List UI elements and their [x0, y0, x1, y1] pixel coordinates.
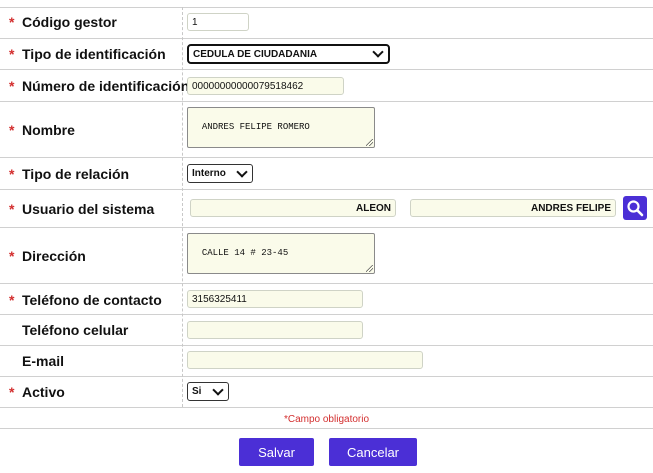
nombre-value: ANDRES FELIPE ROMERO — [201, 122, 310, 132]
required-marker: * — [9, 248, 15, 264]
tipo-relacion-select[interactable]: Interno — [187, 164, 253, 183]
required-marker: * — [9, 166, 15, 182]
activo-value: Si — [192, 386, 202, 397]
required-marker: * — [9, 14, 15, 30]
row-divider — [0, 407, 653, 408]
telefono-celular-input[interactable] — [187, 321, 363, 339]
tipo-identificacion-value: CEDULA DE CIUDADANIA — [193, 48, 318, 60]
required-marker: * — [9, 384, 15, 400]
label-telefono-celular: Teléfono celular — [22, 322, 129, 338]
label-nombre: Nombre — [22, 122, 75, 138]
row-divider — [0, 283, 653, 284]
row-divider — [0, 428, 653, 429]
required-marker: * — [9, 201, 15, 217]
mandatory-note: *Campo obligatorio — [0, 414, 653, 425]
row-divider — [0, 69, 653, 70]
telefono-contacto-input[interactable]: 3156325411 — [187, 290, 363, 308]
column-divider — [182, 7, 183, 407]
codigo-gestor-input[interactable]: 1 — [187, 13, 249, 31]
nombre-textarea[interactable]: ANDRES FELIPE ROMERO — [187, 107, 375, 148]
label-codigo-gestor: Código gestor — [22, 14, 117, 30]
activo-select[interactable]: Si — [187, 382, 229, 401]
resize-grip-icon[interactable] — [366, 265, 373, 272]
required-marker: * — [9, 122, 15, 138]
row-divider — [0, 345, 653, 346]
required-marker: * — [9, 46, 15, 62]
label-numero-identificacion: Número de identificación — [22, 78, 190, 94]
row-divider — [0, 157, 653, 158]
required-marker: * — [9, 292, 15, 308]
row-divider — [0, 101, 653, 102]
row-divider — [0, 7, 653, 8]
label-direccion: Dirección — [22, 248, 86, 264]
chevron-down-icon — [372, 46, 384, 58]
label-usuario-sistema: Usuario del sistema — [22, 201, 155, 217]
search-icon — [627, 200, 644, 217]
row-divider — [0, 376, 653, 377]
email-input[interactable] — [187, 351, 423, 369]
label-email: E-mail — [22, 353, 65, 369]
chevron-down-icon — [212, 383, 224, 396]
tipo-relacion-value: Interno — [192, 168, 226, 179]
usuario-login-input[interactable]: ALEON — [190, 199, 396, 217]
cancel-button[interactable]: Cancelar — [329, 438, 417, 466]
numero-identificacion-input[interactable]: 00000000000079518462 — [187, 77, 344, 95]
row-divider — [0, 38, 653, 39]
row-divider — [0, 189, 653, 190]
label-activo: Activo — [22, 384, 65, 400]
usuario-nombre-input[interactable]: ANDRES FELIPE — [410, 199, 616, 217]
label-tipo-identificacion: Tipo de identificación — [22, 46, 166, 62]
resize-grip-icon[interactable] — [366, 139, 373, 146]
required-marker: * — [9, 78, 15, 94]
search-user-button[interactable] — [623, 196, 647, 220]
direccion-value: CALLE 14 # 23-45 — [201, 248, 289, 258]
row-divider — [0, 227, 653, 228]
mandatory-note-text: Campo obligatorio — [287, 414, 370, 425]
label-tipo-relacion: Tipo de relación — [22, 166, 130, 182]
chevron-down-icon — [236, 165, 248, 178]
row-divider — [0, 314, 653, 315]
save-button[interactable]: Salvar — [239, 438, 314, 466]
tipo-identificacion-select[interactable]: CEDULA DE CIUDADANIA — [187, 44, 390, 64]
direccion-textarea[interactable]: CALLE 14 # 23-45 — [187, 233, 375, 274]
label-telefono-contacto: Teléfono de contacto — [22, 292, 162, 308]
